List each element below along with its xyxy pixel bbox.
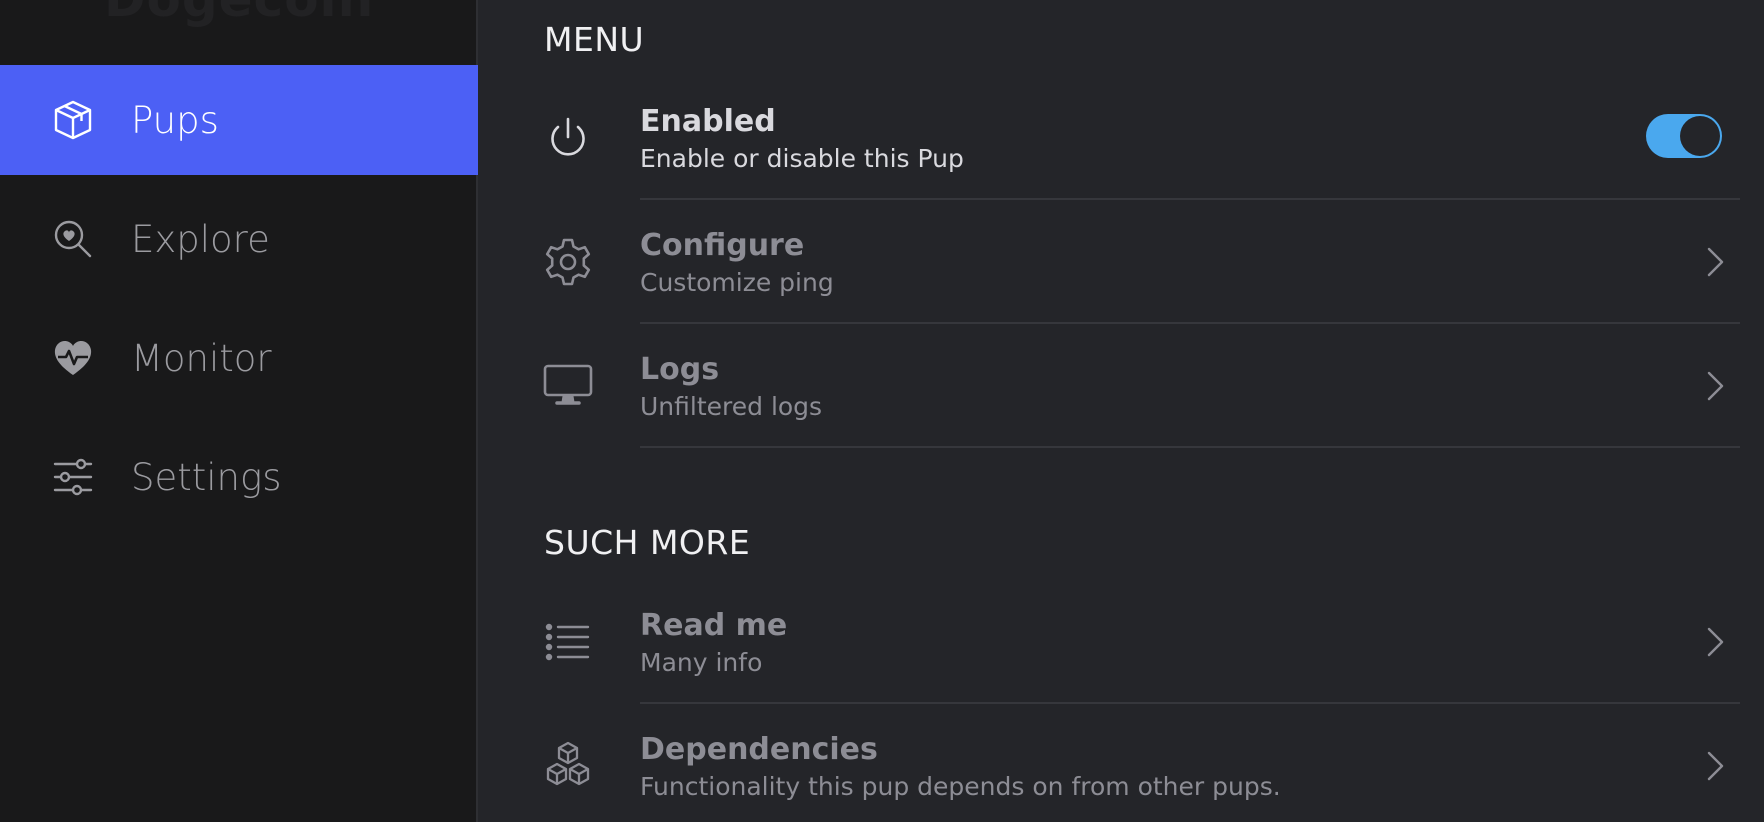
boxes-icon: [542, 740, 594, 792]
dependencies-title: Dependencies: [640, 732, 878, 767]
chevron-right-icon: [1707, 371, 1724, 401]
enabled-row[interactable]: Enabled Enable or disable this Pup: [480, 76, 1764, 200]
configure-subtitle: Customize ping: [640, 268, 834, 297]
sidebar-item-explore[interactable]: Explore: [0, 184, 478, 294]
sidebar-item-pups[interactable]: Pups: [0, 65, 478, 175]
enabled-title: Enabled: [640, 104, 776, 139]
configure-row[interactable]: Configure Customize ping: [480, 200, 1764, 324]
box-icon: [52, 99, 94, 141]
menu-heading: MENU: [544, 20, 645, 59]
dependencies-row[interactable]: Dependencies Functionality this pup depe…: [480, 704, 1764, 822]
logs-row[interactable]: Logs Unfiltered logs: [480, 324, 1764, 448]
brand-logo-text: Dogecoin: [104, 0, 374, 28]
chevron-right-icon: [1707, 627, 1724, 657]
more-heading: SUCH MORE: [544, 523, 751, 562]
enabled-subtitle: Enable or disable this Pup: [640, 144, 964, 173]
logs-title: Logs: [640, 352, 720, 387]
divider: [640, 446, 1740, 448]
chevron-right-icon: [1707, 247, 1724, 277]
main-panel: MENU Enabled Enable or disable this Pup: [480, 0, 1764, 822]
chevron-right-icon: [1707, 751, 1724, 781]
list-icon: [542, 616, 594, 668]
enabled-toggle[interactable]: [1646, 114, 1722, 158]
sidebar-item-settings[interactable]: Settings: [0, 422, 478, 532]
gear-icon: [542, 236, 594, 288]
logs-subtitle: Unfiltered logs: [640, 392, 823, 421]
toggle-knob: [1680, 116, 1720, 156]
sidebar-item-label: Monitor: [131, 336, 272, 380]
power-icon: [542, 112, 594, 164]
heart-pulse-icon: [52, 337, 94, 379]
search-heart-icon: [52, 218, 94, 260]
sidebar-item-label: Explore: [131, 217, 270, 261]
configure-title: Configure: [640, 228, 805, 263]
sidebar-item-label: Settings: [131, 455, 282, 499]
readme-row[interactable]: Read me Many info: [480, 580, 1764, 704]
readme-title: Read me: [640, 608, 788, 643]
dependencies-subtitle: Functionality this pup depends on from o…: [640, 772, 1281, 801]
app-window: Dogecoin Pups Explore: [0, 0, 1764, 822]
readme-subtitle: Many info: [640, 648, 763, 677]
sidebar: Dogecoin Pups Explore: [0, 0, 478, 822]
sidebar-item-monitor[interactable]: Monitor: [0, 303, 478, 413]
sidebar-item-label: Pups: [131, 98, 219, 142]
monitor-icon: [542, 360, 594, 412]
sliders-icon: [52, 456, 94, 498]
